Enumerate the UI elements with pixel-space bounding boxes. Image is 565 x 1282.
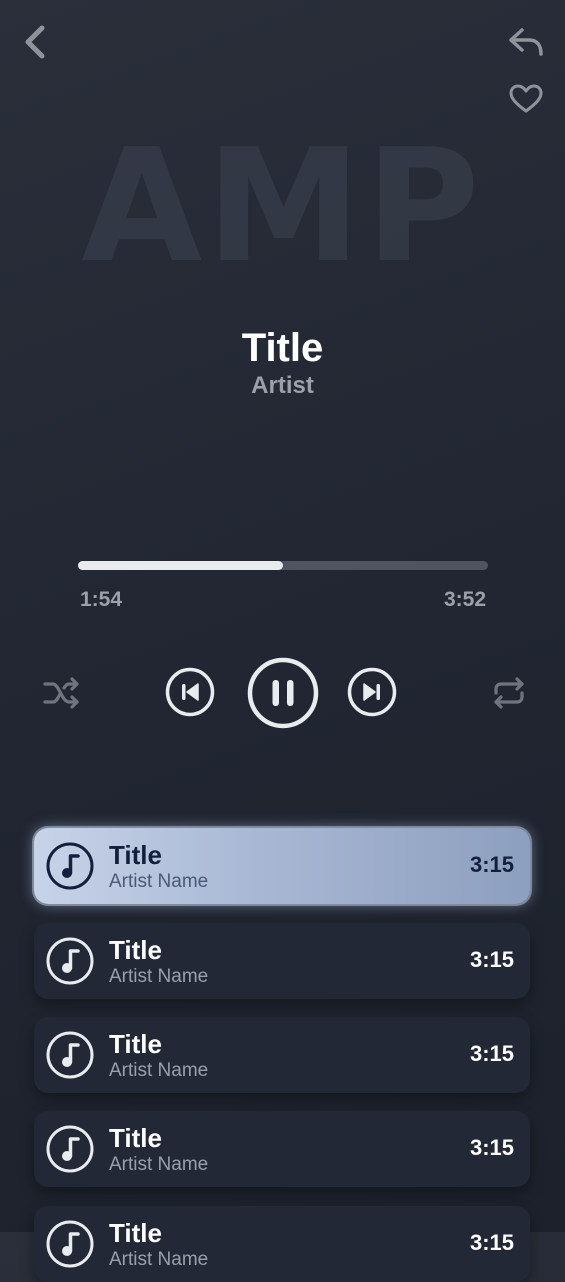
chevron-left-icon: [25, 25, 45, 59]
playlist-item-title: Title: [109, 1123, 162, 1153]
playlist-item-duration: 3:15: [469, 1135, 514, 1160]
playlist-item[interactable]: Title Artist Name 3:15: [34, 1111, 530, 1187]
playlist-item-duration: 3:15: [469, 1041, 514, 1066]
skip-next-icon: [347, 667, 397, 717]
pause-button[interactable]: [247, 657, 319, 729]
pause-icon: [247, 657, 319, 729]
heart-outline-icon: [509, 84, 543, 113]
shuffle-button[interactable]: [42, 674, 82, 712]
playlist-item-artist: Artist Name: [109, 1249, 209, 1270]
elapsed-time: 1:54: [80, 588, 123, 611]
reply-arrow-icon: [509, 28, 543, 56]
playlist-item-artist: Artist Name: [109, 871, 209, 892]
progress-fill: [78, 561, 283, 570]
next-button[interactable]: [347, 667, 397, 717]
progress-bar[interactable]: [78, 561, 488, 570]
playlist-item[interactable]: Title Artist Name 3:15: [34, 828, 530, 904]
playlist-item[interactable]: Title Artist Name 3:15: [34, 923, 530, 999]
playlist-item-duration: 3:15: [469, 1230, 514, 1255]
back-button[interactable]: [18, 22, 54, 62]
music-note-icon: [46, 1220, 94, 1268]
skip-previous-icon: [165, 667, 215, 717]
playlist-item-duration: 3:15: [469, 947, 514, 972]
total-time: 3:52: [444, 588, 487, 611]
shuffle-icon: [43, 677, 79, 709]
playlist-item[interactable]: Title Artist Name 3:15: [34, 1017, 530, 1093]
music-note-icon: [46, 1125, 94, 1173]
playlist-item-title: Title: [109, 935, 162, 965]
app-logo: AMP: [81, 115, 484, 297]
playlist-item[interactable]: Title Artist Name 3:15: [34, 1206, 530, 1282]
now-playing-artist: Artist: [251, 372, 314, 399]
playlist-item-title: Title: [109, 840, 162, 870]
music-note-icon: [46, 937, 94, 985]
music-note-icon: [46, 1031, 94, 1079]
playlist-item-artist: Artist Name: [109, 1154, 209, 1175]
playlist-item-artist: Artist Name: [109, 966, 209, 987]
playlist-item-title: Title: [109, 1029, 162, 1059]
previous-button[interactable]: [165, 667, 215, 717]
share-button[interactable]: [505, 24, 547, 60]
favorite-button[interactable]: [506, 80, 546, 118]
music-note-icon: [46, 842, 94, 890]
playlist-item-artist: Artist Name: [109, 1060, 209, 1081]
playlist-item-duration: 3:15: [469, 852, 514, 877]
repeat-icon: [494, 677, 524, 709]
now-playing-title: Title: [241, 326, 324, 370]
repeat-button[interactable]: [489, 674, 529, 712]
playlist-item-title: Title: [109, 1218, 162, 1248]
